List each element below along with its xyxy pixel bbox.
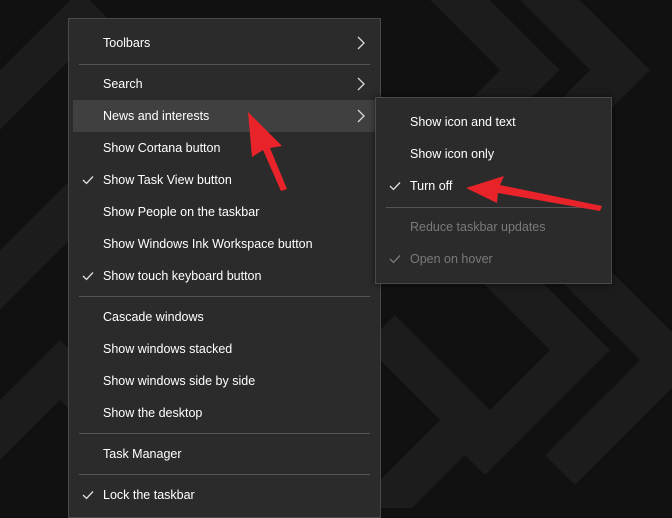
menu-item-task-manager[interactable]: Task Manager (73, 438, 376, 470)
menu-item-label: Reduce taskbar updates (410, 220, 546, 234)
menu-item-label: Show Windows Ink Workspace button (103, 237, 313, 251)
menu-separator (79, 296, 370, 297)
chevron-right-icon (357, 77, 365, 91)
menu-item-label: Search (103, 77, 143, 91)
news-and-interests-submenu: Show icon and text Show icon only Turn o… (375, 97, 612, 284)
menu-item-cascade-windows[interactable]: Cascade windows (73, 301, 376, 333)
menu-item-show-task-view[interactable]: Show Task View button (73, 164, 376, 196)
check-icon (82, 491, 94, 500)
menu-item-news-and-interests[interactable]: News and interests (73, 100, 376, 132)
submenu-item-show-icon-only[interactable]: Show icon only (380, 138, 607, 170)
menu-item-toolbars[interactable]: Toolbars (73, 27, 376, 59)
menu-item-lock-taskbar[interactable]: Lock the taskbar (73, 479, 376, 511)
menu-separator (386, 207, 601, 208)
menu-item-label: Cascade windows (103, 310, 204, 324)
chevron-right-icon (357, 36, 365, 50)
menu-item-show-people[interactable]: Show People on the taskbar (73, 196, 376, 228)
menu-item-label: Show Task View button (103, 173, 232, 187)
chevron-right-icon (357, 109, 365, 123)
menu-item-label: Show the desktop (103, 406, 203, 420)
menu-item-label: Show windows side by side (103, 374, 256, 388)
check-icon (82, 272, 94, 281)
menu-item-windows-side-by-side[interactable]: Show windows side by side (73, 365, 376, 397)
submenu-item-reduce-taskbar-updates: Reduce taskbar updates (380, 211, 607, 243)
submenu-item-open-on-hover: Open on hover (380, 243, 607, 275)
menu-separator (79, 64, 370, 65)
menu-separator (79, 433, 370, 434)
menu-item-label: Show icon and text (410, 115, 516, 129)
menu-item-label: Show touch keyboard button (103, 269, 262, 283)
menu-item-label: Show Cortana button (103, 141, 221, 155)
menu-item-label: News and interests (103, 109, 210, 123)
menu-item-label: Show People on the taskbar (103, 205, 260, 219)
menu-item-label: Turn off (410, 179, 453, 193)
menu-item-show-touch-keyboard[interactable]: Show touch keyboard button (73, 260, 376, 292)
check-icon (389, 182, 401, 191)
menu-item-show-ink-workspace[interactable]: Show Windows Ink Workspace button (73, 228, 376, 260)
menu-item-show-cortana[interactable]: Show Cortana button (73, 132, 376, 164)
menu-item-label: Toolbars (103, 36, 151, 50)
menu-item-show-desktop[interactable]: Show the desktop (73, 397, 376, 429)
check-icon (82, 176, 94, 185)
menu-item-search[interactable]: Search (73, 68, 376, 100)
menu-item-label: Show windows stacked (103, 342, 233, 356)
menu-item-label: Open on hover (410, 252, 493, 266)
menu-item-label: Task Manager (103, 447, 182, 461)
submenu-item-show-icon-and-text[interactable]: Show icon and text (380, 106, 607, 138)
menu-separator (79, 474, 370, 475)
submenu-item-turn-off[interactable]: Turn off (380, 170, 607, 202)
menu-item-windows-stacked[interactable]: Show windows stacked (73, 333, 376, 365)
taskbar-context-menu: Toolbars Search News and interests Show … (68, 18, 381, 518)
menu-item-label: Lock the taskbar (103, 488, 195, 502)
check-icon (389, 255, 401, 264)
menu-item-label: Show icon only (410, 147, 495, 161)
